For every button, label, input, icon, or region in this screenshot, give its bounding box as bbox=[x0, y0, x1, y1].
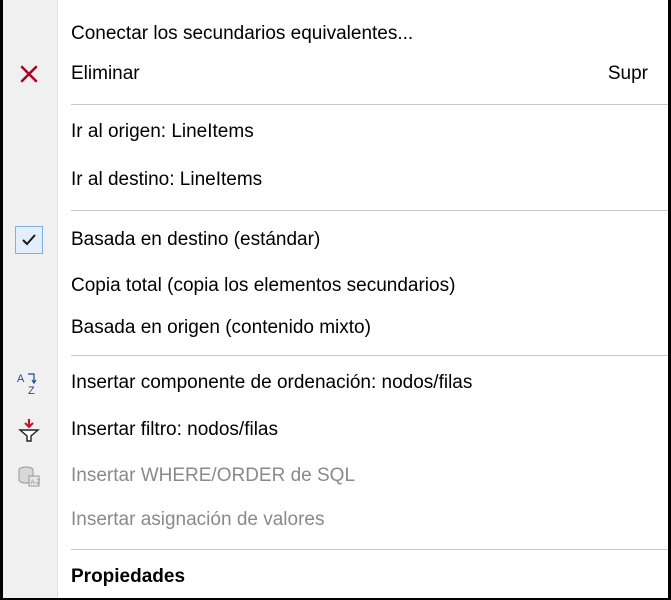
svg-text:A-Z: A-Z bbox=[31, 480, 41, 486]
context-menu: Conectar los secundarios equivalentes...… bbox=[0, 0, 671, 600]
menu-separator bbox=[71, 549, 668, 550]
menu-item-label: Copia total (copia los elementos secunda… bbox=[71, 275, 456, 296]
menu-item-label: Eliminar bbox=[71, 63, 140, 84]
menu-item-source-driven[interactable]: Basada en origen (contenido mixto) bbox=[3, 308, 668, 348]
menu-item-label: Basada en origen (contenido mixto) bbox=[71, 317, 371, 338]
menu-item-label: Conectar los secundarios equivalentes... bbox=[71, 23, 414, 44]
menu-item-target-driven[interactable]: Basada en destino (estándar) bbox=[3, 220, 668, 260]
menu-item-properties[interactable]: Propiedades bbox=[3, 557, 668, 597]
menu-item-go-to-source[interactable]: Ir al origen: LineItems bbox=[3, 112, 668, 152]
checkmark-icon bbox=[15, 226, 43, 254]
svg-text:A: A bbox=[17, 373, 25, 385]
sql-where-icon: A-Z bbox=[15, 462, 43, 490]
svg-text:Z: Z bbox=[28, 385, 35, 396]
menu-item-label: Insertar componente de ordenación: nodos… bbox=[71, 372, 473, 393]
menu-item-insert-value-map: Insertar asignación de valores bbox=[3, 500, 668, 540]
menu-item-label: Ir al origen: LineItems bbox=[71, 121, 254, 142]
menu-separator bbox=[71, 104, 668, 105]
menu-item-label: Basada en destino (estándar) bbox=[71, 229, 321, 250]
menu-item-insert-sort[interactable]: A Z Insertar componente de ordenación: n… bbox=[3, 363, 668, 403]
menu-item-connect-matching-children[interactable]: Conectar los secundarios equivalentes... bbox=[3, 14, 668, 54]
filter-icon bbox=[15, 416, 43, 444]
menu-item-insert-sql-where: A-Z Insertar WHERE/ORDER de SQL bbox=[3, 456, 668, 496]
menu-separator bbox=[71, 355, 668, 356]
menu-item-label: Insertar WHERE/ORDER de SQL bbox=[71, 465, 356, 486]
menu-item-copy-all[interactable]: Copia total (copia los elementos secunda… bbox=[3, 266, 668, 306]
menu-item-label: Ir al destino: LineItems bbox=[71, 169, 263, 190]
menu-item-label: Insertar asignación de valores bbox=[71, 509, 325, 530]
delete-x-icon bbox=[15, 60, 43, 88]
menu-item-go-to-target[interactable]: Ir al destino: LineItems bbox=[3, 160, 668, 200]
menu-item-insert-filter[interactable]: Insertar filtro: nodos/filas bbox=[3, 410, 668, 450]
menu-item-label: Propiedades bbox=[71, 566, 186, 587]
shortcut-label: Supr bbox=[607, 63, 648, 84]
menu-item-delete[interactable]: Eliminar Supr bbox=[3, 54, 668, 94]
menu-separator bbox=[71, 210, 668, 211]
menu-item-label: Insertar filtro: nodos/filas bbox=[71, 419, 278, 440]
sort-az-icon: A Z bbox=[15, 369, 43, 397]
